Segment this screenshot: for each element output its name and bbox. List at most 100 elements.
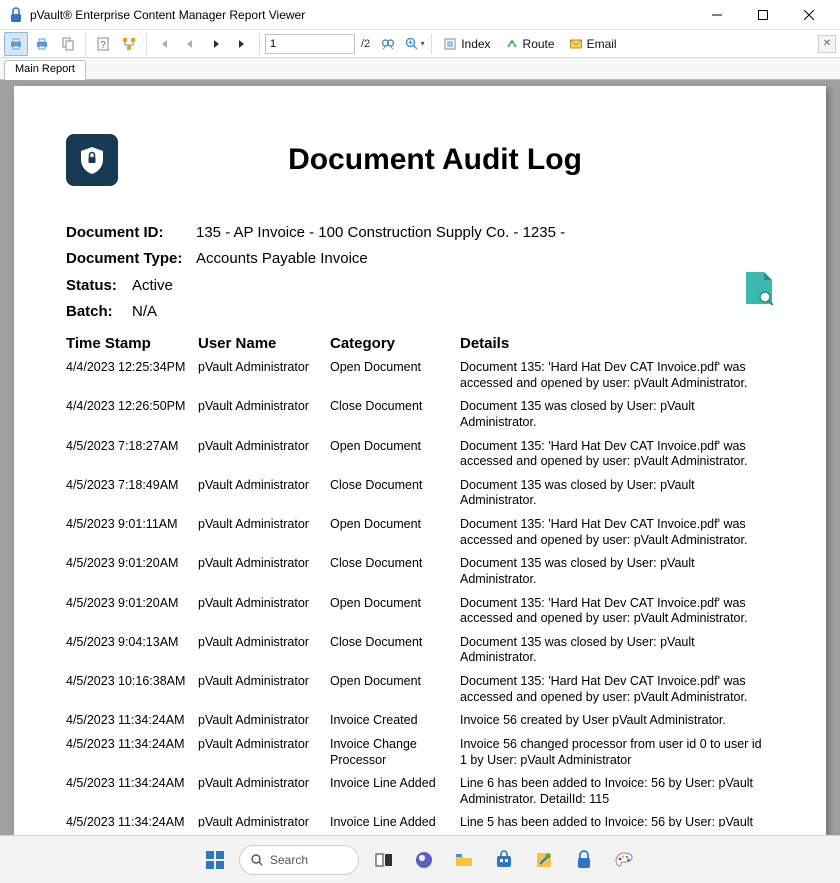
panel-close-button[interactable]: ✕ <box>818 35 836 53</box>
help-button[interactable]: ? <box>91 32 115 56</box>
table-row: 4/5/20239:01:11AMpVault AdministratorOpe… <box>66 513 774 552</box>
maximize-button[interactable] <box>740 0 786 30</box>
close-button[interactable] <box>786 0 832 30</box>
taskbar-app-explorer[interactable] <box>449 845 479 875</box>
route-label: Route <box>523 37 555 51</box>
cell-details: Document 135 was closed by User: pVault … <box>460 478 774 509</box>
taskbar-app-settings[interactable] <box>529 845 559 875</box>
toolbar-separator <box>146 34 147 54</box>
last-page-button[interactable] <box>230 32 254 56</box>
svg-text:?: ? <box>100 40 106 51</box>
table-row: 4/5/20239:01:20AMpVault AdministratorClo… <box>66 552 774 591</box>
cell-category: Invoice Line Added <box>330 776 460 792</box>
batch-value: N/A <box>132 299 157 325</box>
cell-date: 4/4/2023 <box>66 399 118 413</box>
cell-details: Document 135 was closed by User: pVault … <box>460 399 774 430</box>
status-label: Status: <box>66 273 122 299</box>
email-button[interactable]: Email <box>563 32 623 56</box>
taskbar-app-teams[interactable] <box>409 845 439 875</box>
cell-user: pVault Administrator <box>198 674 330 688</box>
cell-time: 7:18:27AM <box>118 439 198 453</box>
cell-details: Invoice 56 created by User pVault Admini… <box>460 713 774 729</box>
table-row: 4/5/20239:01:20AMpVault AdministratorOpe… <box>66 592 774 631</box>
cell-user: pVault Administrator <box>198 635 330 649</box>
cell-details: Document 135: 'Hard Hat Dev CAT Invoice.… <box>460 360 774 391</box>
cell-time: 9:01:20AM <box>118 556 198 570</box>
cell-date: 4/5/2023 <box>66 478 118 492</box>
cell-details: Invoice 56 changed processor from user i… <box>460 737 774 768</box>
copy-button[interactable] <box>56 32 80 56</box>
cell-category: Close Document <box>330 635 460 651</box>
cell-time: 12:25:34PM <box>118 360 198 374</box>
table-row: 4/5/20237:18:27AMpVault AdministratorOpe… <box>66 435 774 474</box>
doc-id-label: Document ID: <box>66 220 186 246</box>
table-row: 4/5/20237:18:49AMpVault AdministratorClo… <box>66 474 774 513</box>
report-meta: Document ID: 135 - AP Invoice - 100 Cons… <box>66 220 774 325</box>
prev-page-button[interactable] <box>178 32 202 56</box>
page-number-input[interactable] <box>265 34 355 54</box>
toolbar: ? /2 ▾ Index Route Email ✕ <box>0 30 840 58</box>
table-row: 4/5/202311:34:24AMpVault AdministratorIn… <box>66 733 774 772</box>
status-value: Active <box>132 273 173 299</box>
table-row: 4/4/202312:26:50PMpVault AdministratorCl… <box>66 395 774 434</box>
quick-print-button[interactable] <box>30 32 54 56</box>
report-page: Document Audit Log Document ID: 135 - AP… <box>14 86 826 835</box>
cell-category: Close Document <box>330 478 460 494</box>
cell-category: Close Document <box>330 556 460 572</box>
cell-date: 4/5/2023 <box>66 776 118 790</box>
toolbar-separator <box>259 34 260 54</box>
page-total-label: /2 <box>357 38 374 50</box>
col-details: Details <box>460 335 774 352</box>
cell-category: Open Document <box>330 596 460 612</box>
table-row: 4/5/202311:34:24AMpVault Administrator In… <box>66 709 774 733</box>
cell-category: Open Document <box>330 674 460 690</box>
taskbar-app-paint[interactable] <box>609 845 639 875</box>
taskbar-search[interactable]: Search <box>239 845 359 875</box>
cell-category: Open Document <box>330 360 460 376</box>
audit-log-table: Time Stamp User Name Category Details 4/… <box>66 335 774 835</box>
tree-button[interactable] <box>117 32 141 56</box>
cell-date: 4/5/2023 <box>66 713 118 727</box>
cell-time: 9:01:11AM <box>118 517 198 531</box>
zoom-button[interactable]: ▾ <box>402 32 426 56</box>
app-icon <box>8 7 24 23</box>
cell-category: Open Document <box>330 439 460 455</box>
email-label: Email <box>587 37 617 51</box>
taskbar-app-pvault[interactable] <box>569 845 599 875</box>
cell-details: Document 135: 'Hard Hat Dev CAT Invoice.… <box>460 517 774 548</box>
document-search-icon <box>744 270 774 306</box>
col-timestamp: Time Stamp <box>66 335 198 352</box>
cell-date: 4/5/2023 <box>66 556 118 570</box>
table-row: 4/4/202312:25:34PMpVault AdministratorOp… <box>66 356 774 395</box>
doc-type-label: Document Type: <box>66 246 186 272</box>
cell-user: pVault Administrator <box>198 713 330 727</box>
start-button[interactable] <box>201 846 229 874</box>
index-button[interactable]: Index <box>437 32 496 56</box>
minimize-button[interactable] <box>694 0 740 30</box>
tab-main-report[interactable]: Main Report <box>4 60 86 80</box>
cell-category: Invoice Change Processor <box>330 737 460 768</box>
print-button[interactable] <box>4 32 28 56</box>
taskbar-search-label: Search <box>270 853 308 867</box>
cell-user: pVault Administrator <box>198 776 330 790</box>
next-page-button[interactable] <box>204 32 228 56</box>
col-user: User Name <box>198 335 330 352</box>
first-page-button[interactable] <box>152 32 176 56</box>
route-button[interactable]: Route <box>499 32 561 56</box>
tab-strip: Main Report <box>0 58 840 80</box>
report-viewport[interactable]: Document Audit Log Document ID: 135 - AP… <box>0 80 840 835</box>
cell-date: 4/5/2023 <box>66 674 118 688</box>
cell-details: Document 135: 'Hard Hat Dev CAT Invoice.… <box>460 596 774 627</box>
cell-time: 9:01:20AM <box>118 596 198 610</box>
cell-date: 4/5/2023 <box>66 517 118 531</box>
cell-category: Open Document <box>330 517 460 533</box>
find-button[interactable] <box>376 32 400 56</box>
cell-user: pVault Administrator <box>198 556 330 570</box>
cell-date: 4/5/2023 <box>66 596 118 610</box>
cell-time: 11:34:24AM <box>118 713 198 727</box>
taskbar-app-store[interactable] <box>489 845 519 875</box>
cell-time: 7:18:49AM <box>118 478 198 492</box>
col-category: Category <box>330 335 460 352</box>
taskbar-app-taskview[interactable] <box>369 845 399 875</box>
cell-user: pVault Administrator <box>198 360 330 374</box>
